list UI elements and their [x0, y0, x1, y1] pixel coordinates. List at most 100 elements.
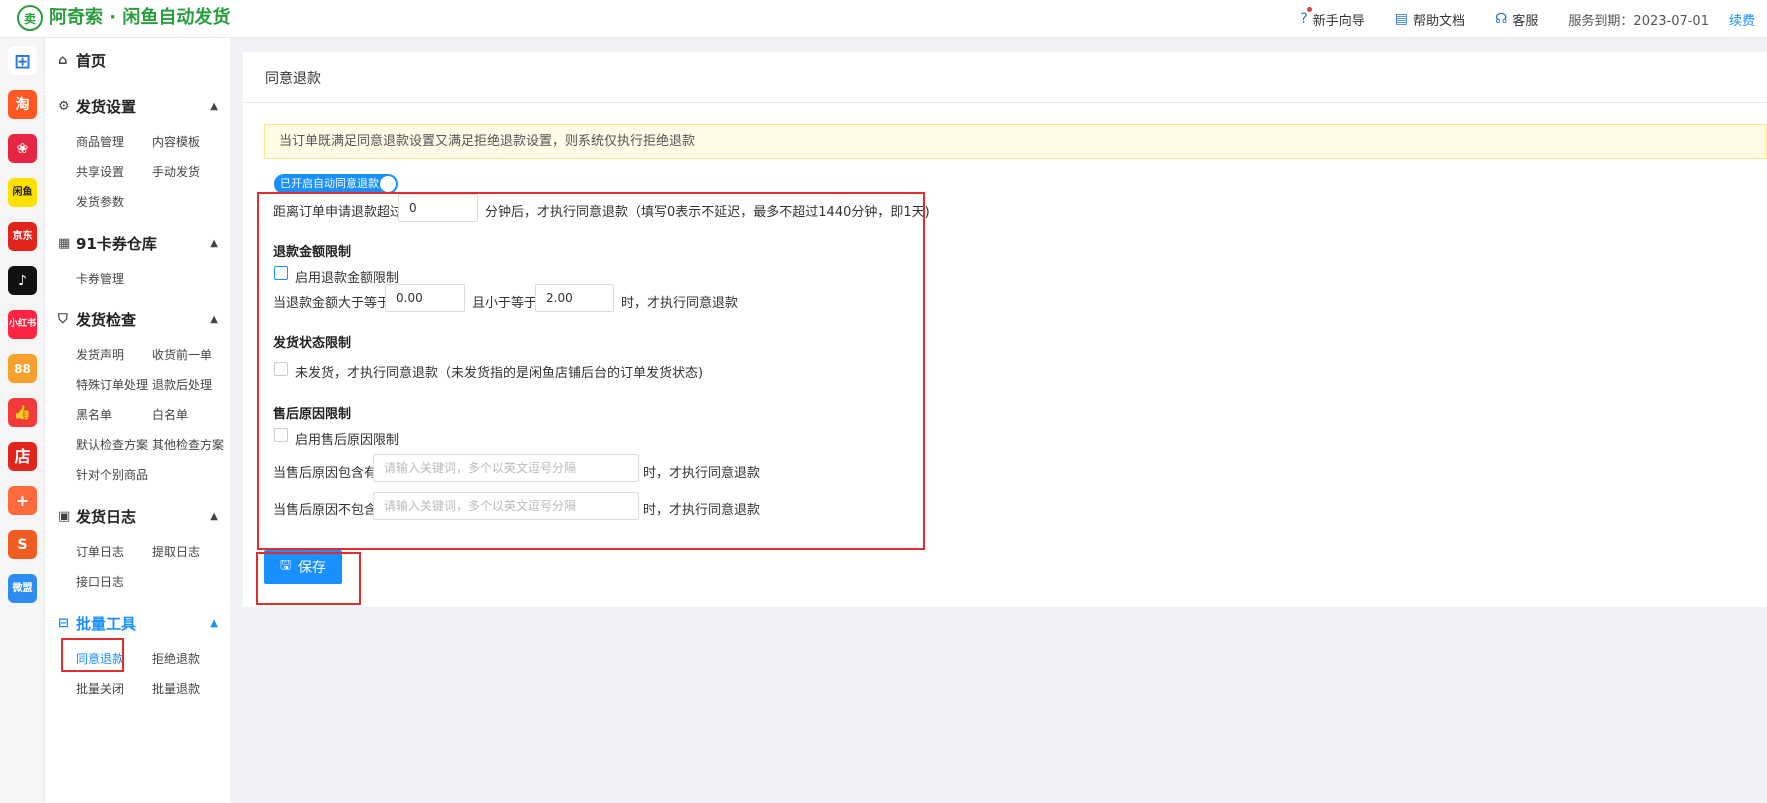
service-link[interactable]: ☊ 客服	[1495, 10, 1538, 29]
save-icon: 🖫	[279, 558, 292, 573]
renew-link[interactable]: 续费	[1729, 10, 1755, 29]
xiaohongshu-icon[interactable]: 小红书	[8, 310, 37, 339]
sidebar-item-agree-refund[interactable]: 同意退款	[76, 650, 124, 667]
pinduoduo-icon[interactable]: ❀	[8, 134, 37, 163]
chevron-up-icon: ▲	[210, 618, 218, 629]
main-panel: 同意退款 当订单既满足同意退款设置又满足拒绝退款设置，则系统仅执行拒绝退款 已开…	[243, 52, 1767, 607]
help-label: 帮助文档	[1412, 13, 1465, 29]
home-icon: ⌂	[58, 53, 68, 68]
sidebar-item-reject-refund[interactable]: 拒绝退款	[152, 650, 200, 667]
help-link[interactable]: ▤ 帮助文档	[1395, 10, 1465, 29]
unshipped-checkbox[interactable]	[274, 362, 288, 376]
sidebar-item-default-check[interactable]: 默认检查方案	[76, 436, 148, 453]
reason-include-suffix: 时，才执行同意退款	[643, 466, 761, 481]
reason-exclude-label: 当售后原因不包含	[273, 503, 378, 518]
sidebar-item-home[interactable]: ⌂ 首页	[58, 50, 218, 71]
thumb-icon[interactable]: 👍	[8, 398, 37, 427]
guide-label: 新手向导	[1312, 13, 1365, 29]
taobao-icon[interactable]: 淘	[8, 90, 37, 119]
amount-suffix: 时，才执行同意退款	[621, 296, 739, 311]
sidebar-item-content-template[interactable]: 内容模板	[152, 133, 200, 150]
sidebar-item-special-order[interactable]: 特殊订单处理	[76, 376, 148, 393]
group-title: 发货检查	[76, 311, 137, 329]
amount-limit-checkbox[interactable]	[274, 266, 288, 280]
sidebar-group-ship-check[interactable]: ⛉ 发货检查 ▲	[58, 309, 218, 330]
sidebar-item-batch-close[interactable]: 批量关闭	[76, 680, 124, 697]
sidebar-item-product-management[interactable]: 商品管理	[76, 133, 124, 150]
sidebar-item-batch-refund[interactable]: 批量退款	[152, 680, 200, 697]
reason-section-title: 售后原因限制	[273, 407, 352, 422]
gear-icon: ⚙	[58, 99, 70, 114]
toolbox-icon: ⊟	[58, 616, 69, 631]
grid-apps-icon[interactable]: ⊞	[8, 46, 37, 75]
unshipped-label: 未发货，才执行同意退款（未发货指的是闲鱼店铺后台的订单发货状态)	[295, 366, 704, 381]
sidebar-group-card-warehouse[interactable]: ▦ 91卡券仓库 ▲	[58, 233, 218, 254]
sidebar-item-api-log[interactable]: 接口日志	[76, 573, 124, 590]
top-header: 卖 阿奇索 · 闲鱼自动发货 ? 新手向导 ▤ 帮助文档 ☊ 客服 服务到期：2…	[0, 0, 1767, 38]
weimob-icon[interactable]: 微盟	[8, 574, 37, 603]
page-title: 同意退款	[265, 71, 321, 87]
bag-plus-icon[interactable]: +	[8, 486, 37, 515]
ship-section-title: 发货状态限制	[273, 336, 352, 351]
amount-max-input[interactable]: 2.00	[535, 284, 614, 312]
shopee-icon[interactable]: S	[8, 530, 37, 559]
warehouse-icon: ▦	[58, 236, 71, 251]
sidebar-item-whitelist[interactable]: 白名单	[152, 406, 188, 423]
sidebar-item-order-log[interactable]: 订单日志	[76, 543, 124, 560]
headset-icon: ☊	[1494, 11, 1508, 27]
service-label: 客服	[1512, 13, 1539, 29]
toggle-knob	[380, 176, 396, 192]
shield-icon: ⛉	[58, 312, 68, 327]
shop-icon[interactable]: 店	[8, 442, 37, 471]
auto-agree-toggle[interactable]: 已开启自动同意退款	[274, 174, 398, 194]
sidebar-item-manual-ship[interactable]: 手动发货	[152, 163, 200, 180]
amount-limit-label: 启用退款金额限制	[295, 271, 400, 286]
sidebar-item-ship-statement[interactable]: 发货声明	[76, 346, 124, 363]
divider	[243, 102, 1767, 103]
reason-exclude-suffix: 时，才执行同意退款	[643, 503, 761, 518]
sidebar-item-share-settings[interactable]: 共享设置	[76, 163, 124, 180]
sidebar-item-card-management[interactable]: 卡券管理	[76, 270, 124, 287]
amount-section-title: 退款金额限制	[273, 245, 352, 260]
app-title: 阿奇索 · 闲鱼自动发货	[49, 7, 231, 28]
group-title: 91卡券仓库	[76, 235, 157, 253]
chevron-up-icon: ▲	[210, 238, 218, 249]
xianyu-icon[interactable]: 闲鱼	[8, 178, 37, 207]
reason-limit-label: 启用售后原因限制	[295, 433, 400, 448]
sidebar-item-extract-log[interactable]: 提取日志	[152, 543, 200, 560]
guide-link[interactable]: ? 新手向导	[1300, 5, 1365, 29]
reason-include-label: 当售后原因包含有	[273, 466, 378, 481]
reason-exclude-input[interactable]: 请输入关键词，多个以英文逗号分隔	[373, 492, 639, 520]
jd-icon[interactable]: 京东	[8, 222, 37, 251]
sidebar-item-pre-receipt[interactable]: 收货前一单	[152, 346, 212, 363]
sidebar-item-specific-product[interactable]: 针对个别商品	[76, 466, 148, 483]
document-icon: ▤	[1394, 11, 1408, 27]
reason-include-input[interactable]: 请输入关键词，多个以英文逗号分隔	[373, 454, 639, 482]
save-label: 保存	[298, 560, 327, 576]
douyin-icon[interactable]: ♪	[8, 266, 37, 295]
delay-minutes-input[interactable]: 0	[398, 194, 478, 222]
amount-prefix: 当退款金额大于等于	[273, 296, 391, 311]
app-logo[interactable]: 卖 阿奇索 · 闲鱼自动发货	[17, 4, 230, 32]
log-icon: ▣	[58, 509, 71, 524]
logo-icon: 卖	[17, 5, 43, 31]
platform-rail: ⊞ 淘 ❀ 闲鱼 京东 ♪ 小红书 88 👍 店 + S 微盟	[0, 38, 45, 803]
save-button[interactable]: 🖫 保存	[264, 550, 342, 584]
group-title: 发货日志	[76, 508, 137, 526]
chevron-up-icon: ▲	[210, 511, 218, 522]
sidebar-item-other-check[interactable]: 其他检查方案	[152, 436, 224, 453]
sidebar-item-blacklist[interactable]: 黑名单	[76, 406, 112, 423]
reason-limit-checkbox[interactable]	[274, 428, 288, 442]
amount-min-input[interactable]: 0.00	[385, 284, 465, 312]
sidebar-home-label: 首页	[76, 52, 107, 70]
kuaishou-icon[interactable]: 88	[8, 354, 37, 383]
sidebar-item-post-refund[interactable]: 退款后处理	[152, 376, 212, 393]
chevron-up-icon: ▲	[210, 314, 218, 325]
delay-prefix: 距离订单申请退款超过	[273, 205, 404, 220]
sidebar-group-shipping-settings[interactable]: ⚙ 发货设置 ▲	[58, 96, 218, 117]
sidebar-item-ship-params[interactable]: 发货参数	[76, 193, 124, 210]
sidebar-group-ship-log[interactable]: ▣ 发货日志 ▲	[58, 506, 218, 527]
toggle-label: 已开启自动同意退款	[280, 177, 379, 190]
sidebar-group-batch-tools[interactable]: ⊟ 批量工具 ▲	[58, 613, 218, 634]
sidebar: ⌂ 首页 ⚙ 发货设置 ▲ 商品管理 内容模板 共享设置 手动发货 发货参数 ▦…	[45, 38, 230, 803]
